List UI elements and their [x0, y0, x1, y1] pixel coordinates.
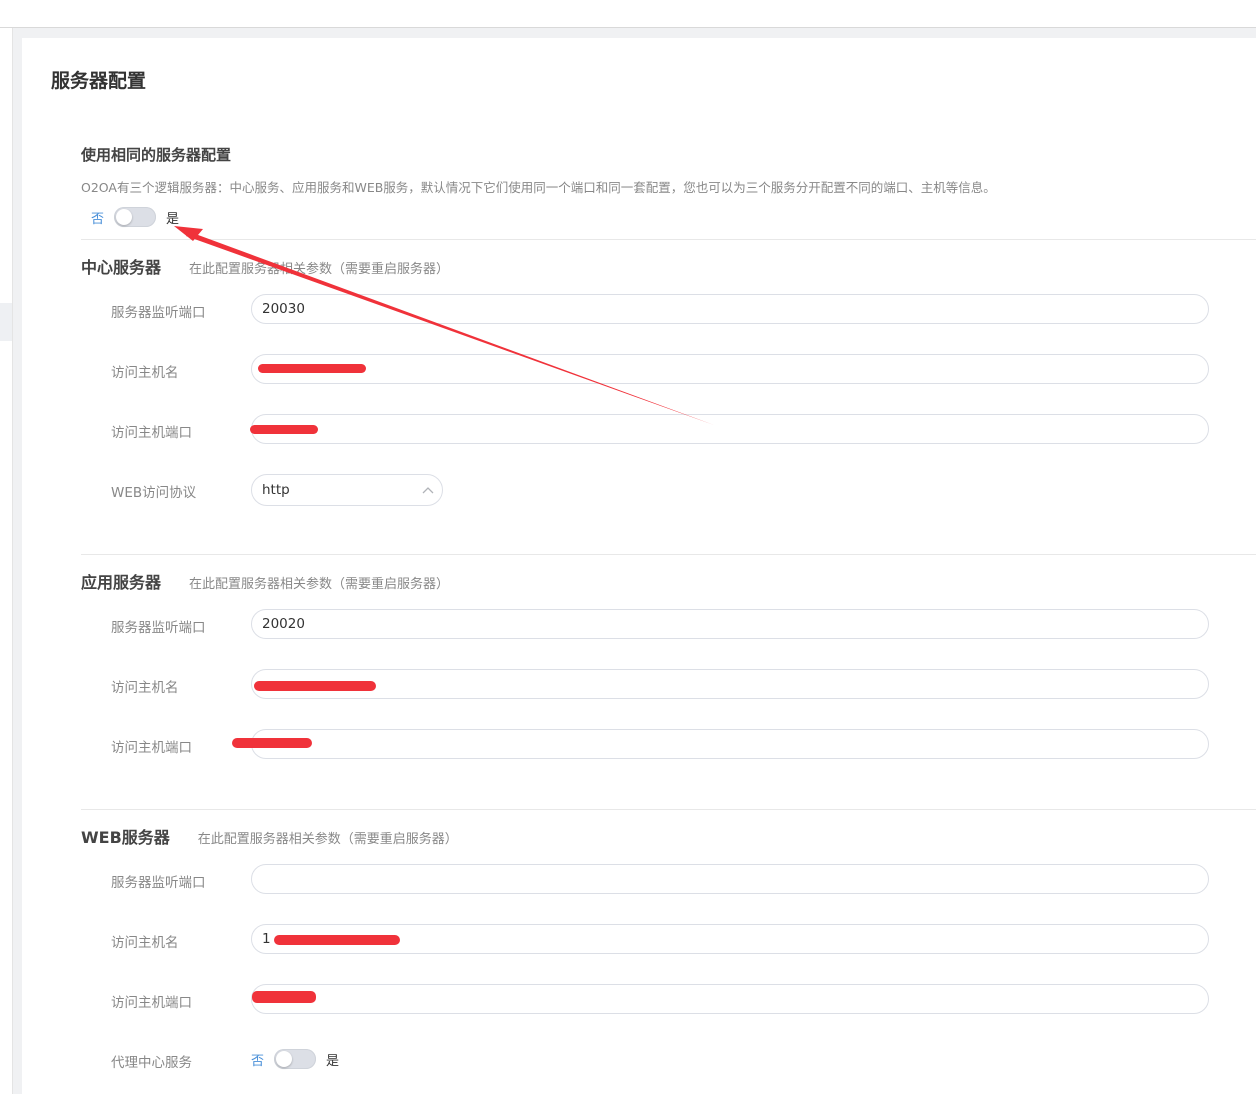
redaction-mark: [258, 364, 366, 373]
app-server-header: 应用服务器 在此配置服务器相关参数（需要重启服务器）: [81, 569, 449, 593]
same-config-switch[interactable]: 否 是: [91, 207, 179, 227]
center-listen-port-input[interactable]: 20030: [251, 294, 1209, 324]
center-server-header: 中心服务器 在此配置服务器相关参数（需要重启服务器）: [81, 254, 449, 278]
toggle-knob: [276, 1051, 293, 1067]
center-server-title: 中心服务器: [81, 258, 162, 277]
center-port-label: 访问主机端口: [111, 425, 192, 441]
toggle-knob: [116, 209, 133, 225]
center-listen-port-label: 服务器监听端口: [111, 305, 206, 321]
web-server-title: WEB服务器: [81, 828, 170, 847]
app-host-input[interactable]: [251, 669, 1209, 699]
web-listen-port-label: 服务器监听端口: [111, 875, 206, 891]
chevron-up-icon: [422, 487, 434, 494]
left-rail-active-marker: [0, 303, 12, 341]
web-port-label: 访问主机端口: [111, 995, 192, 1011]
web-host-label: 访问主机名: [111, 935, 179, 951]
app-server-title: 应用服务器: [81, 573, 162, 592]
same-config-title: 使用相同的服务器配置: [81, 146, 232, 164]
app-port-input[interactable]: [251, 729, 1209, 759]
center-protocol-value: http: [262, 482, 290, 498]
top-bar: [0, 0, 1256, 28]
app-listen-port-input[interactable]: 20020: [251, 609, 1209, 639]
left-rail: [0, 28, 13, 1094]
center-protocol-select[interactable]: http: [251, 474, 443, 506]
center-host-input[interactable]: [251, 354, 1209, 384]
web-port-input[interactable]: [251, 984, 1209, 1014]
center-host-label: 访问主机名: [111, 365, 179, 381]
app-port-label: 访问主机端口: [111, 740, 192, 756]
divider: [81, 239, 1256, 240]
redaction-mark: [252, 991, 316, 1003]
center-protocol-label: WEB访问协议: [111, 485, 197, 501]
center-server-description: 在此配置服务器相关参数（需要重启服务器）: [189, 262, 450, 277]
switch-on-label: 是: [326, 1053, 340, 1069]
divider: [81, 554, 1256, 555]
proxy-center-label: 代理中心服务: [111, 1055, 192, 1071]
app-server-description: 在此配置服务器相关参数（需要重启服务器）: [189, 577, 450, 592]
divider: [81, 809, 1256, 810]
config-panel: 服务器配置 使用相同的服务器配置 O2OA有三个逻辑服务器：中心服务、应用服务和…: [22, 38, 1256, 1094]
switch-off-label: 否: [251, 1053, 265, 1069]
web-server-header: WEB服务器 在此配置服务器相关参数（需要重启服务器）: [81, 824, 458, 848]
switch-off-label: 否: [91, 211, 105, 227]
redaction-mark: [274, 935, 400, 945]
switch-on-label: 是: [166, 211, 180, 227]
proxy-center-toggle[interactable]: [274, 1049, 317, 1069]
app-host-label: 访问主机名: [111, 680, 179, 696]
redaction-mark: [254, 681, 376, 691]
same-config-toggle[interactable]: [114, 207, 157, 227]
page-title: 服务器配置: [51, 70, 147, 92]
redaction-mark: [250, 425, 318, 434]
app-listen-port-label: 服务器监听端口: [111, 620, 206, 636]
center-port-input[interactable]: [251, 414, 1209, 444]
web-server-description: 在此配置服务器相关参数（需要重启服务器）: [197, 832, 458, 847]
redaction-mark: [232, 738, 312, 748]
web-listen-port-input[interactable]: [251, 864, 1209, 894]
same-config-description: O2OA有三个逻辑服务器：中心服务、应用服务和WEB服务，默认情况下它们使用同一…: [81, 180, 996, 195]
proxy-center-switch[interactable]: 否 是: [251, 1049, 339, 1069]
